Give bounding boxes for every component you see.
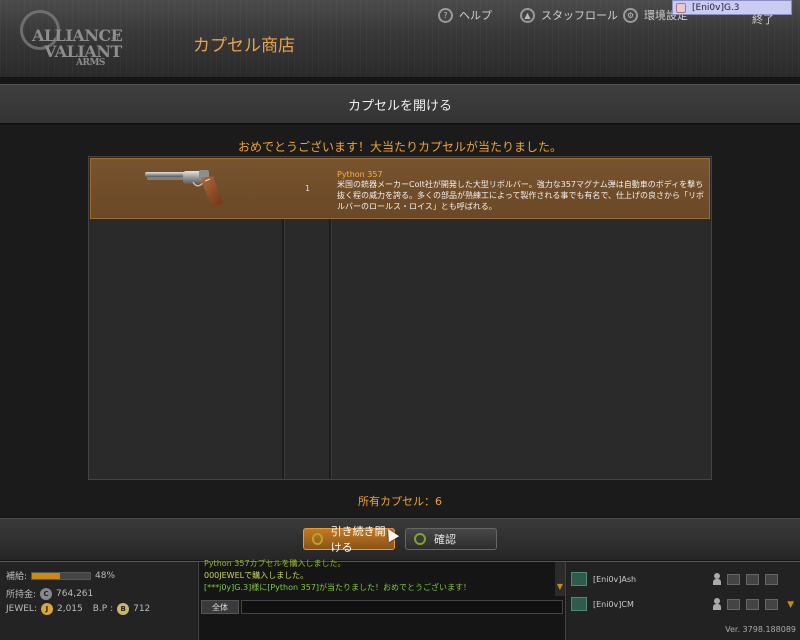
member-scroll-down-icon[interactable]: ▼ [787,600,794,610]
capsule-count: 所有カプセル：6 [358,495,442,508]
member-control-icon[interactable] [765,573,778,585]
user-chip[interactable]: [Eni0v]G.3 [672,0,792,15]
rank-icon [571,597,587,611]
supply-bar [31,571,92,580]
member-name: [Eni0v]CM [593,599,634,609]
item-name: Python 357 [337,170,383,179]
chat-line: 000JEWELで購入しました。 [204,571,309,580]
exit-button[interactable]: 終了 [752,9,774,29]
game-logo: ALLIANCE of VALIANT ARMS [20,8,170,70]
chat-channel-tab[interactable]: 全体 [201,600,239,614]
staff-icon: ▲ [520,7,535,23]
dialog-button-bar: 引き続き開ける 確認 [0,518,800,560]
help-label: ヘルプ [459,9,492,22]
user-avatar-icon [676,2,686,13]
supply-label: 補給: [6,572,28,582]
logo-line-3: ARMS [76,58,105,68]
chat-line: Python 357カプセルを購入しました。 [204,559,346,568]
member-control-icon[interactable] [746,598,759,610]
user-chip-name: [Eni0v]G.3 [692,2,740,13]
money-value: 764,261 [56,588,94,599]
logo-of: of [112,34,119,42]
confirm-button[interactable]: 確認 [405,528,497,550]
money-stat: 所持金: C 764,261 [6,587,93,600]
rank-icon [571,572,587,586]
member-list: [Eni0v]Ash [Eni0v]CM ▼ Ver. 3798.188089 [567,562,800,640]
supply-percent: 48% [95,570,116,581]
staff-roll-label: スタッフロール [541,9,618,22]
bottom-panel: 補給: 48% 所持金: C 764,261 JEWEL: J 2,015 B.… [0,559,800,640]
revolver-icon [145,170,223,207]
confirm-label: 確認 [434,533,456,546]
shop-title: カプセル商店 [193,36,295,56]
dialog-title: カプセルを開ける [0,84,800,124]
bp-icon: B [117,603,130,615]
help-icon: ? [438,7,453,23]
chat-line: [***j0y]G.3]様に[Python 357]が当たりました！おめでとうご… [204,583,472,592]
circle-icon [312,533,323,545]
player-stats: 補給: 48% 所持金: C 764,261 JEWEL: J 2,015 B.… [0,562,196,640]
member-control-icon[interactable] [765,598,778,610]
supply-stat: 補給: 48% [6,569,116,583]
version-label: Ver. 3798.188089 [725,625,796,634]
capsule-dialog: おめでとうございます！大当たりカプセルが当たりました。 1 Python 357… [0,125,800,517]
member-control-icon[interactable] [746,573,759,585]
chat-panel: Python 357カプセルを購入しました。 000JEWELで購入しました。 … [198,559,566,640]
member-control-icon[interactable] [727,573,740,585]
staff-roll-button[interactable]: ▲ スタッフロール [520,5,618,25]
bp-label: B.P : [92,604,114,614]
congrats-message: おめでとうございます！大当たりカプセルが当たりました。 [237,140,562,154]
chat-input[interactable] [241,600,563,614]
supply-bar-fill [32,572,60,579]
money-label: 所持金: [6,590,37,600]
jewel-label: JEWEL: [6,604,37,614]
member-row[interactable]: [Eni0v]CM [571,594,795,614]
jewel-icon: J [40,603,53,615]
person-icon [713,573,721,585]
member-control-icon[interactable] [727,598,740,610]
member-row[interactable]: [Eni0v]Ash [571,569,795,589]
circle-icon [414,533,426,545]
item-description: 米国の銃器メーカーColt社が開発した大型リボルバー。強力な357マグナム弾は自… [337,180,705,211]
money-coin-icon: C [40,587,53,600]
person-icon [713,598,721,610]
gear-icon: ⚙ [623,7,638,23]
jewel-stat: JEWEL: J 2,015 B.P : B 712 [6,603,150,615]
continue-opening-button[interactable]: 引き続き開ける [303,525,395,554]
result-row[interactable]: 1 Python 357 米国の銃器メーカーColt社が開発した大型リボルバー。… [90,158,710,219]
exit-label: 終了 [752,13,774,26]
help-button[interactable]: ? ヘルプ [438,5,492,25]
item-quantity: 1 [304,184,311,193]
member-name: [Eni0v]Ash [593,574,637,584]
bp-value: 712 [133,604,151,614]
continue-opening-label: 引き続き開ける [330,525,386,554]
chat-scroll-down-icon[interactable]: ▼ [555,562,565,596]
result-list: 1 Python 357 米国の銃器メーカーColt社が開発した大型リボルバー。… [88,156,712,480]
jewel-value: 2,015 [56,604,83,614]
top-header: ALLIANCE of VALIANT ARMS カプセル商店 ? ヘルプ ▲ … [0,0,800,78]
